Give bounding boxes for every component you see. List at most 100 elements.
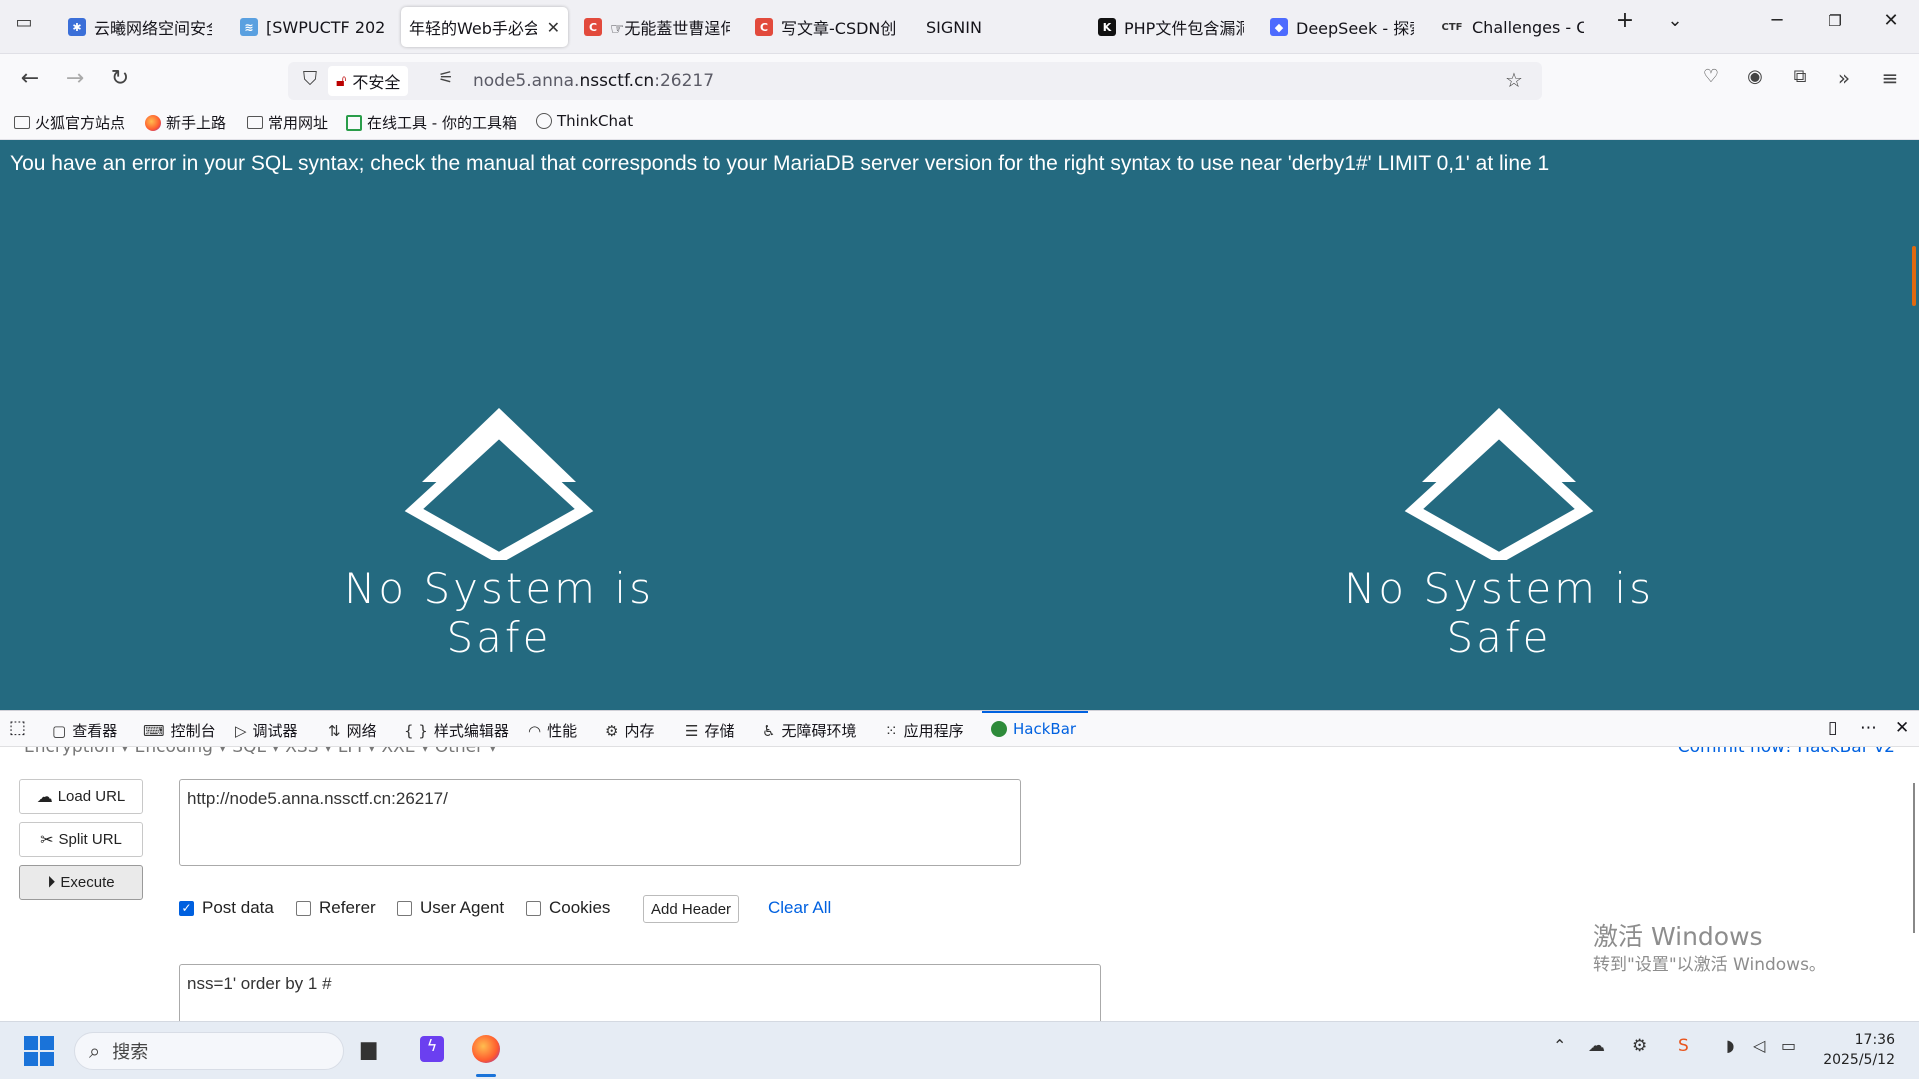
more-options-icon[interactable]: ⋯ <box>1860 718 1877 738</box>
ctf-icon: CTF <box>1441 21 1463 33</box>
post-data-textarea[interactable]: nss=1' order by 1 # <box>179 964 1101 1022</box>
taskbar-search-box[interactable]: ⌕ 搜索 <box>74 1032 344 1070</box>
new-tab-button[interactable]: + <box>1610 8 1640 33</box>
bookmark-item[interactable]: 新手上路 <box>145 112 226 133</box>
devtools-panel: ⬚ ▢ 查看器 ⌨ 控制台 ▷ 调试器 ⇅ 网络 { } 样式编辑器 ◠ 性能 ⚙ 内存 ☰ 存… <box>0 710 1919 1022</box>
close-tab-icon[interactable]: ✕ <box>547 18 560 37</box>
extensions-icon[interactable]: ⧉ <box>1786 66 1814 87</box>
minimize-button[interactable]: ─ <box>1762 10 1792 31</box>
url-text[interactable]: node5.anna.nssctf.cn:26217 <box>473 71 714 91</box>
referer-checkbox[interactable]: Referer <box>296 898 376 918</box>
address-bar[interactable]: ⛉ 🔓︎ 不安全 ⚟ node5.anna.nssctf.cn:26217 ☆ <box>288 62 1542 100</box>
tab-console[interactable]: ⌨ 控制台 <box>143 720 216 741</box>
tab-memory[interactable]: ⚙ 内存 <box>605 720 654 741</box>
hackbar-menu[interactable]: Encryption ▾ Encoding ▾ SQL ▾ XSS ▾ LFI … <box>24 747 497 757</box>
volume-icon[interactable]: ◁ <box>1753 1036 1765 1055</box>
restore-button[interactable]: ❐ <box>1820 12 1850 30</box>
menu-hamburger-icon[interactable]: ≡ <box>1876 66 1904 90</box>
console-icon: ⌨ <box>143 721 165 740</box>
onedrive-icon[interactable]: ☁ <box>1588 1036 1605 1056</box>
network-icon: ⇅ <box>328 721 341 740</box>
tab-inspector[interactable]: ▢ 查看器 <box>52 720 117 741</box>
back-button[interactable]: ← <box>16 66 44 91</box>
tab-6[interactable]: K PHP文件包含漏洞 <box>1090 7 1252 47</box>
play-circle-icon: ⏵ <box>47 873 56 891</box>
chevron-up-tray-icon[interactable]: ⌃ <box>1553 1036 1566 1055</box>
memory-icon: ⚙ <box>605 721 619 740</box>
tab-overview-icon[interactable]: ▭ <box>10 12 38 33</box>
shield-icon[interactable]: ⛉ <box>296 68 324 90</box>
close-window-button[interactable]: ✕ <box>1876 10 1906 31</box>
scissors-icon: ✂ <box>40 831 54 849</box>
tab-title: Challenges - CTF <box>1472 17 1584 37</box>
load-url-label: Load URL <box>57 788 126 805</box>
pocket-icon[interactable]: ♡ <box>1697 66 1725 87</box>
bookmark-item[interactable]: 常用网址 <box>247 112 328 133</box>
wifi-icon[interactable]: ◗ <box>1726 1036 1734 1055</box>
chevron-up-logo-icon <box>404 408 594 565</box>
tab-style-editor[interactable]: { } 样式编辑器 <box>404 720 509 741</box>
tab-3[interactable]: C ☞无能蓋世曹逞何 <box>576 7 738 47</box>
dock-side-icon[interactable]: ▯ <box>1828 718 1837 738</box>
tab-8[interactable]: CTF Challenges - CTF <box>1432 7 1592 47</box>
tab-7[interactable]: ◆ DeepSeek - 探索 <box>1262 7 1422 47</box>
tab-2-active[interactable]: 年轻的Web手必会 ✕ <box>401 7 568 47</box>
tab-5[interactable]: SIGNIN <box>918 7 1078 47</box>
cookies-checkbox[interactable]: Cookies <box>526 898 610 918</box>
bookmark-item[interactable]: 火狐官方站点 <box>14 112 125 133</box>
bookmark-label: 常用网址 <box>268 114 329 132</box>
overflow-chevron-icon[interactable]: » <box>1830 66 1858 90</box>
tab-application[interactable]: ⁙ 应用程序 <box>885 720 964 741</box>
load-url-button[interactable]: ☁ Load URL <box>19 779 143 814</box>
folder-icon <box>14 116 30 129</box>
post-data-checkbox[interactable]: ✓ Post data <box>179 898 274 918</box>
devtools-toolbar: ⬚ ▢ 查看器 ⌨ 控制台 ▷ 调试器 ⇅ 网络 { } 样式编辑器 ◠ 性能 ⚙ 内存 ☰ 存… <box>0 711 1919 747</box>
windows-start-icon[interactable] <box>24 1036 54 1071</box>
hackbar-commit-link[interactable]: Commit now! HackBar v2 <box>1678 747 1895 757</box>
checkbox-icon <box>397 900 412 916</box>
element-picker-icon[interactable]: ⬚ <box>9 717 26 738</box>
clear-all-link[interactable]: Clear All <box>768 898 831 918</box>
bookmark-item[interactable]: 在线工具 - 你的工具箱 <box>346 112 517 133</box>
tab-4[interactable]: C 写文章-CSDN创作 <box>747 7 905 47</box>
app-icon[interactable]: ϟ <box>420 1036 444 1062</box>
url-textarea[interactable]: http://node5.anna.nssctf.cn:26217/ <box>179 779 1021 866</box>
battery-icon[interactable]: ▭ <box>1781 1036 1796 1055</box>
tab-accessibility[interactable]: ♿︎ 无障碍环境 <box>762 720 856 741</box>
forward-button[interactable]: → <box>61 66 89 91</box>
split-url-button[interactable]: ✂ Split URL <box>19 822 143 857</box>
add-header-button[interactable]: Add Header <box>643 895 740 923</box>
tab-hackbar[interactable]: HackBar <box>991 720 1076 738</box>
clock[interactable]: 17:36 2025/5/12 <box>1823 1030 1895 1070</box>
page-scrollbar[interactable] <box>1912 246 1917 312</box>
tab-list-chevron-down-icon[interactable]: ⌄ <box>1660 10 1690 31</box>
close-devtools-icon[interactable]: ✕ <box>1895 718 1909 738</box>
tray-app-icon[interactable]: ⚙ <box>1632 1036 1647 1056</box>
firefox-taskbar-icon[interactable] <box>472 1035 500 1063</box>
user-agent-checkbox[interactable]: User Agent <box>397 898 504 918</box>
bookmark-item[interactable]: ThinkChat <box>536 112 633 130</box>
account-icon[interactable]: ◉ <box>1741 66 1769 87</box>
execute-button[interactable]: ⏵ Execute <box>19 865 143 900</box>
permissions-icon[interactable]: ⚟ <box>432 68 460 88</box>
connection-insecure-badge[interactable]: 🔓︎ 不安全 <box>328 66 409 96</box>
tab-1[interactable]: ≋ [SWPUCTF 2022 <box>232 7 392 47</box>
bookmark-star-icon[interactable]: ☆ <box>1500 68 1528 92</box>
tab-storage[interactable]: ☰ 存储 <box>685 720 734 741</box>
file-explorer-icon[interactable]: ▆ <box>361 1036 376 1060</box>
tab-network[interactable]: ⇅ 网络 <box>328 720 377 741</box>
tab-0[interactable]: ✱ 云曦网络空间安全 <box>60 7 220 47</box>
hackbar-scrollbar[interactable] <box>1913 783 1915 933</box>
reload-button[interactable]: ↻ <box>106 66 134 91</box>
tab-debugger[interactable]: ▷ 调试器 <box>235 720 298 741</box>
sogou-icon[interactable]: S <box>1678 1036 1689 1056</box>
devtools-tab-label: 内存 <box>624 722 655 740</box>
tab-performance[interactable]: ◠ 性能 <box>528 720 577 741</box>
tab-title: [SWPUCTF 2022 <box>266 17 384 37</box>
tab-favicon-icon: ≋ <box>240 18 258 36</box>
insecure-lock-icon: 🔓︎ <box>336 71 347 90</box>
url-host-main: nssctf.cn <box>579 71 655 91</box>
chevron-up-logo-icon <box>1404 408 1594 565</box>
checkbox-checked-icon: ✓ <box>179 900 194 916</box>
security-label: 不安全 <box>352 73 401 92</box>
